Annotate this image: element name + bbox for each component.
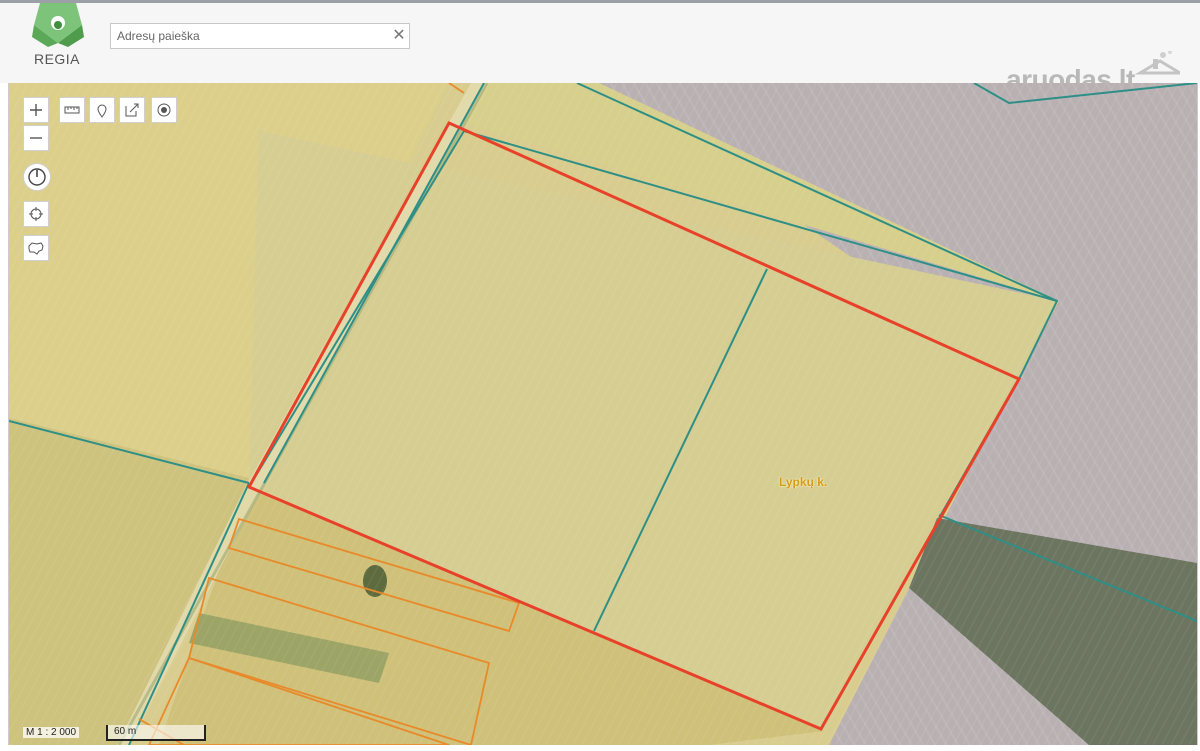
scale-ratio: M 1 : 2 000	[23, 727, 80, 738]
pin-icon	[97, 104, 107, 118]
record-button[interactable]	[151, 97, 177, 123]
zoom-out-button[interactable]	[23, 125, 49, 151]
satellite-map[interactable]	[9, 83, 1197, 745]
ruler-icon	[64, 106, 80, 114]
locate-button[interactable]	[23, 201, 49, 227]
address-search-input[interactable]	[110, 23, 410, 49]
minus-icon	[30, 137, 42, 139]
place-label: Lypkų k.	[779, 475, 828, 489]
crosshair-icon	[29, 207, 43, 221]
lithuania-outline-icon	[28, 242, 44, 255]
close-icon[interactable]: ✕	[391, 26, 407, 46]
rotate-button[interactable]	[23, 163, 51, 191]
map-view[interactable]: Lypkų k. M 1 : 2 000 60 m	[8, 83, 1198, 745]
top-bar: REGIA ✕ aruodas.lt	[0, 0, 1200, 95]
edit-button[interactable]	[119, 97, 145, 123]
zoom-in-button[interactable]	[23, 97, 49, 123]
measure-button[interactable]	[59, 97, 85, 123]
target-dot-icon	[157, 103, 171, 117]
scale-bar: 60 m	[106, 725, 206, 741]
region-button[interactable]	[23, 235, 49, 261]
logo-text: REGIA	[33, 51, 81, 67]
plus-icon	[30, 104, 42, 116]
edit-icon	[125, 103, 139, 117]
compass-icon	[28, 168, 46, 186]
marker-button[interactable]	[89, 97, 115, 123]
